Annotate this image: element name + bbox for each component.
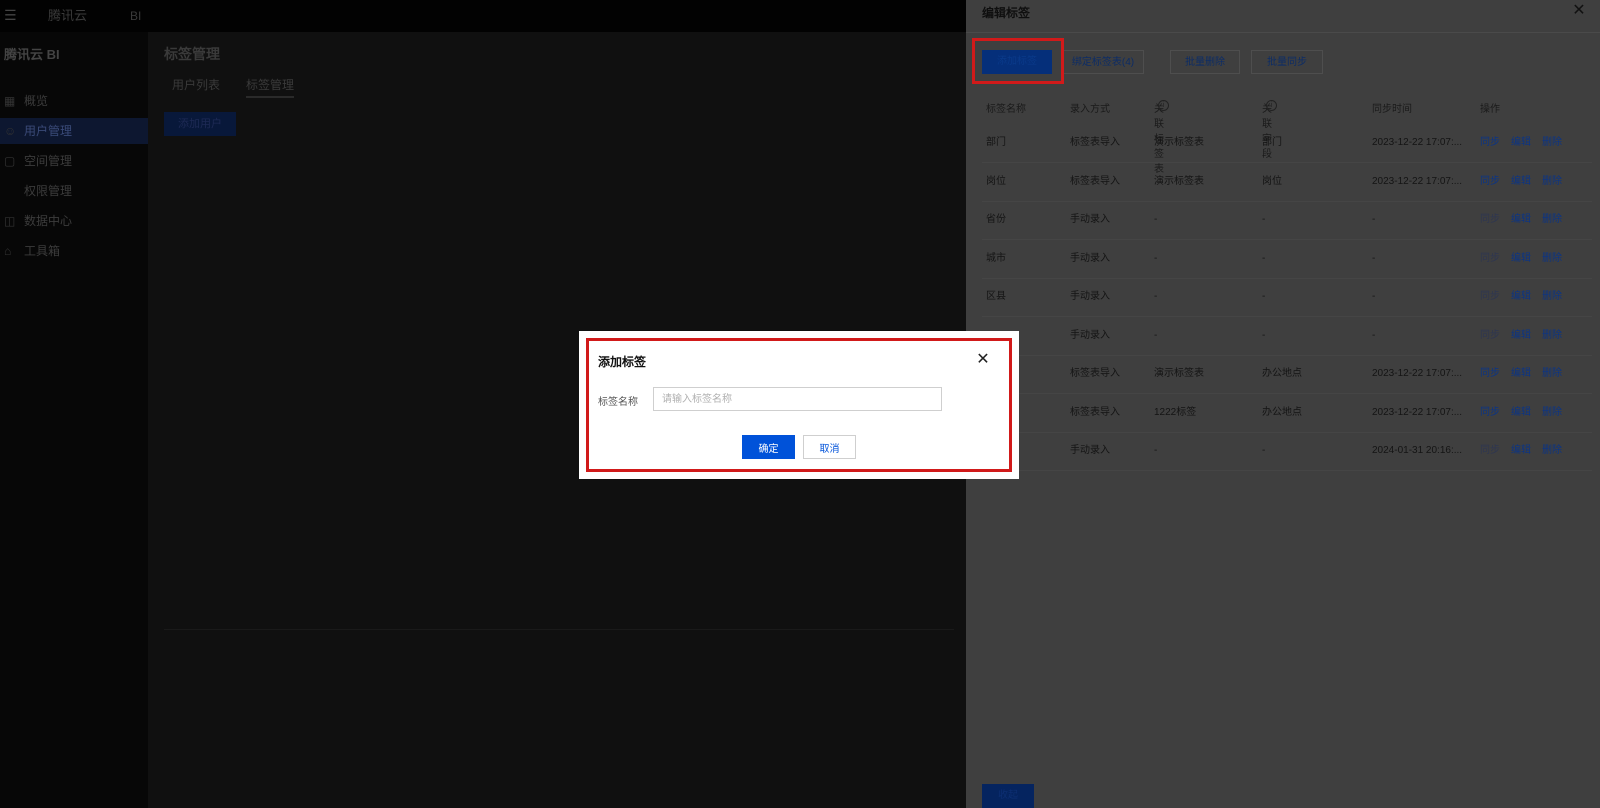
highlight-dialog bbox=[586, 338, 1012, 472]
